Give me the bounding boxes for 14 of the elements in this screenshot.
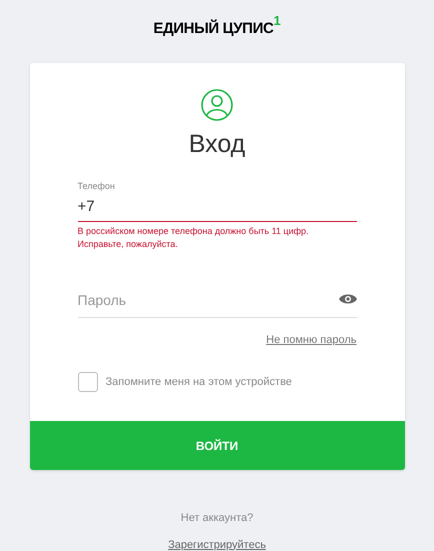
phone-label: Телефон	[78, 180, 116, 193]
user-icon	[201, 88, 233, 120]
eye-icon[interactable]	[338, 292, 356, 305]
forgot-password-link[interactable]: Не помню пароль	[266, 332, 356, 348]
register-link[interactable]: Зарегистрируйтесь	[168, 536, 266, 551]
login-title: Вход	[188, 128, 246, 160]
remember-label: Запомните меня на этом устройстве	[106, 375, 292, 390]
remember-checkbox[interactable]	[78, 372, 98, 392]
logo-mark: 1	[273, 14, 281, 27]
error-message: В российском номере телефона должно быть 11 цифр. Исправьте, пожалуйста.	[78, 224, 310, 251]
logo-text: ЕДИНЫЙ ЦУПИС	[153, 18, 274, 39]
login-button[interactable]: ВОЙТИ	[30, 421, 404, 470]
phone-field[interactable]: +7	[78, 193, 356, 222]
no-account-text: Нет аккаунта?	[180, 511, 254, 526]
